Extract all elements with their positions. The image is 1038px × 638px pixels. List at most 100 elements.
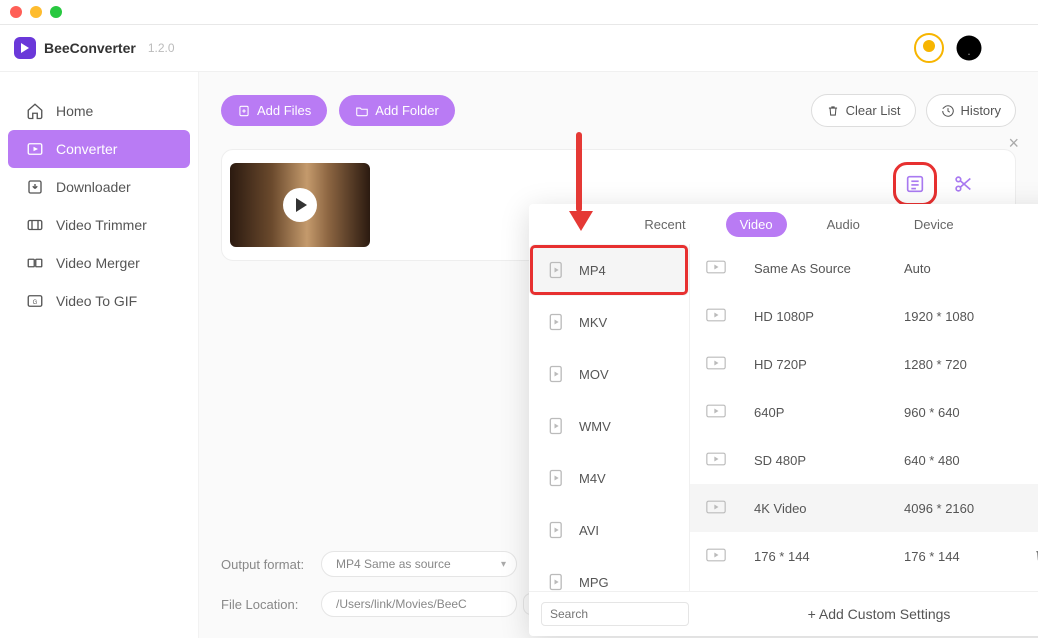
sidebar-item-converter[interactable]: Converter	[8, 130, 190, 168]
format-item-wmv[interactable]: WMV	[529, 400, 689, 452]
file-location-value: /Users/link/Movies/BeeC	[336, 597, 467, 611]
app-logo	[14, 37, 36, 59]
video-file-icon	[547, 572, 567, 591]
output-format-label: Output format:	[221, 557, 321, 572]
resolution-dim: 1920 * 1080	[904, 309, 1038, 324]
format-item-mkv[interactable]: MKV	[529, 296, 689, 348]
toolbar: Add Files Add Folder Clear List History	[221, 94, 1016, 127]
file-location-label: File Location:	[221, 597, 321, 612]
close-window-dot[interactable]	[10, 6, 22, 18]
format-item-mpg[interactable]: MPG	[529, 556, 689, 591]
gif-icon: G	[26, 292, 44, 310]
format-label: M4V	[579, 471, 606, 486]
play-icon	[283, 188, 317, 222]
clear-list-label: Clear List	[846, 103, 901, 118]
resolution-list[interactable]: Same As Source Auto HD 1080P 1920 * 1080…	[690, 244, 1038, 591]
history-button[interactable]: History	[926, 94, 1016, 127]
resolution-dim: 640 * 480	[904, 453, 1038, 468]
scissors-icon[interactable]	[952, 173, 974, 195]
edit-settings-icon[interactable]	[902, 171, 928, 197]
sidebar-item-label: Video Trimmer	[56, 217, 147, 233]
format-item-m4v[interactable]: M4V	[529, 452, 689, 504]
sidebar-item-label: Home	[56, 103, 93, 119]
trim-icon	[26, 216, 44, 234]
add-folder-button[interactable]: Add Folder	[339, 95, 455, 126]
resolution-name: 640P	[754, 405, 904, 420]
video-file-icon	[547, 312, 567, 332]
resolution-icon	[706, 356, 726, 373]
add-custom-settings-button[interactable]: + Add Custom Settings	[689, 606, 1038, 622]
resolution-dim: 4096 * 2160	[904, 501, 1038, 516]
video-file-icon	[547, 260, 567, 280]
sidebar-item-gif[interactable]: G Video To GIF	[8, 282, 190, 320]
resolution-name: SD 480P	[754, 453, 904, 468]
tab-video[interactable]: Video	[726, 212, 787, 237]
sidebar-item-downloader[interactable]: Downloader	[8, 168, 190, 206]
resolution-item[interactable]: HD 1080P 1920 * 1080	[690, 292, 1038, 340]
sidebar-item-home[interactable]: Home	[8, 92, 190, 130]
delete-resolution-icon[interactable]	[1033, 547, 1038, 566]
tab-recent[interactable]: Recent	[630, 212, 699, 237]
clear-list-button[interactable]: Clear List	[811, 94, 916, 127]
format-label: MP4	[579, 263, 606, 278]
sidebar: Home Converter Downloader Video Trimmer …	[0, 72, 199, 638]
app-version: 1.2.0	[148, 41, 175, 55]
history-label: History	[961, 103, 1001, 118]
history-icon	[941, 104, 955, 118]
merge-icon	[26, 254, 44, 272]
sidebar-item-merger[interactable]: Video Merger	[8, 244, 190, 282]
resolution-name: HD 1080P	[754, 309, 904, 324]
folder-add-icon	[355, 104, 369, 118]
resolution-item[interactable]: SD 480P 640 * 480	[690, 436, 1038, 484]
sidebar-item-label: Downloader	[56, 179, 131, 195]
app-name: BeeConverter	[44, 40, 136, 56]
add-folder-label: Add Folder	[375, 103, 439, 118]
file-location-field[interactable]: /Users/link/Movies/BeeC	[321, 591, 517, 617]
resolution-dim: 176 * 144	[904, 549, 1033, 564]
home-icon	[26, 102, 44, 120]
menu-icon[interactable]	[994, 33, 1024, 63]
resolution-item[interactable]: 176 * 144 176 * 144	[690, 532, 1038, 580]
resolution-name: 4K Video	[754, 501, 904, 516]
format-label: MPG	[579, 575, 609, 590]
help-icon[interactable]	[954, 33, 984, 63]
zoom-window-dot[interactable]	[50, 6, 62, 18]
output-format-select[interactable]: MP4 Same as source ▾	[321, 551, 517, 577]
format-item-mov[interactable]: MOV	[529, 348, 689, 400]
format-list[interactable]: MP4 MKV MOV WMV	[529, 244, 690, 591]
sidebar-item-label: Video Merger	[56, 255, 140, 271]
file-add-icon	[237, 104, 251, 118]
resolution-dim: Auto	[904, 261, 1038, 276]
resolution-dim: 960 * 640	[904, 405, 1038, 420]
format-picker-popup: Recent Video Audio Device MP4 MKV	[529, 204, 1038, 636]
add-custom-label: + Add Custom Settings	[808, 606, 951, 622]
format-item-avi[interactable]: AVI	[529, 504, 689, 556]
minimize-window-dot[interactable]	[30, 6, 42, 18]
main-area: Add Files Add Folder Clear List History	[199, 72, 1038, 638]
format-item-mp4[interactable]: MP4	[529, 244, 689, 296]
resolution-name: HD 720P	[754, 357, 904, 372]
format-search-input[interactable]	[541, 602, 689, 626]
format-label: MOV	[579, 367, 609, 382]
popup-footer: + Add Custom Settings	[529, 591, 1038, 636]
resolution-item[interactable]: Same As Source Auto	[690, 244, 1038, 292]
resolution-icon	[706, 548, 726, 565]
resolution-icon	[706, 260, 726, 277]
sidebar-item-trimmer[interactable]: Video Trimmer	[8, 206, 190, 244]
convert-icon	[26, 140, 44, 158]
resolution-item[interactable]: HD 720P 1280 * 720	[690, 340, 1038, 388]
resolution-name: 176 * 144	[754, 549, 904, 564]
resolution-item[interactable]: 640P 960 * 640	[690, 388, 1038, 436]
format-label: MKV	[579, 315, 607, 330]
resolution-dim: 1280 * 720	[904, 357, 1038, 372]
sidebar-item-label: Video To GIF	[56, 293, 137, 309]
account-icon[interactable]	[914, 33, 944, 63]
tab-device[interactable]: Device	[900, 212, 968, 237]
resolution-icon	[706, 500, 726, 517]
add-files-button[interactable]: Add Files	[221, 95, 327, 126]
resolution-item[interactable]: 4K Video 4096 * 2160	[690, 484, 1038, 532]
video-file-icon	[547, 364, 567, 384]
video-thumb[interactable]	[230, 163, 370, 247]
close-icon[interactable]: ×	[1008, 133, 1019, 154]
tab-audio[interactable]: Audio	[813, 212, 874, 237]
